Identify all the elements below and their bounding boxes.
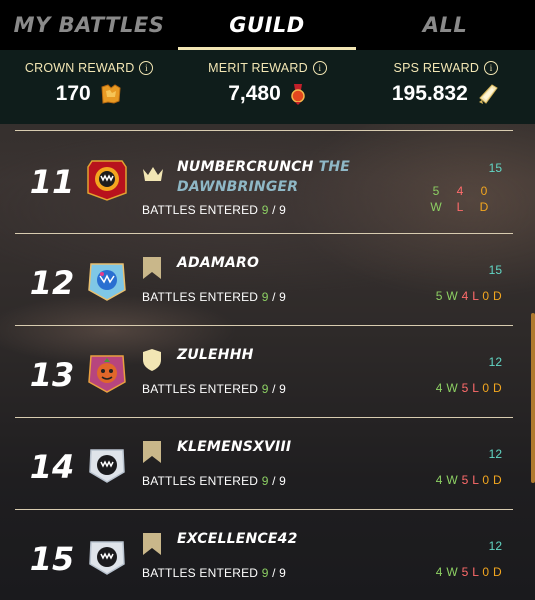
sps-reward-label: SPS REWARD [393, 61, 480, 75]
player-score: 12 [488, 539, 502, 553]
shield-icon [143, 349, 161, 371]
crown-reward-label: CROWN REWARD [24, 61, 135, 75]
crown-token-icon [101, 84, 121, 104]
player-name[interactable]: ZULEHHH [177, 345, 427, 365]
losses-label: L [456, 200, 464, 214]
player-score: 15 [488, 161, 502, 175]
info-icon[interactable]: i [139, 61, 154, 75]
tab-all[interactable]: ALL [356, 0, 534, 50]
draws-count: 0 [480, 184, 488, 198]
banner-icon [143, 533, 161, 555]
banner-icon [143, 441, 161, 463]
player-score: 15 [488, 263, 502, 277]
rewards-panel: CROWN REWARD i 170 MERIT REWARD i 7,480 [0, 50, 535, 124]
tab-bar: MY BATTLES GUILD ALL [0, 0, 535, 50]
battles-entered: BATTLES ENTERED 9 / 9 [142, 203, 287, 217]
merit-medal-icon [291, 84, 305, 105]
battles-entered: BATTLES ENTERED 9 / 9 [142, 566, 287, 580]
leaderboard-row[interactable]: 15 EXCELLENCE42 BATTLES ENTERED 9 / 9 12… [15, 509, 513, 600]
player-name[interactable]: NUMBERCRUNCH THE DAWNBRINGER [177, 157, 427, 197]
merit-reward-label: MERIT REWARD [208, 61, 308, 75]
draws-label: D [479, 200, 489, 214]
sps-reward-value: 195.832 [391, 82, 468, 105]
leaderboard-row[interactable]: 12 ADAMARO BATTLES ENTERED 9 / 9 15 5 W … [15, 233, 513, 325]
crown-icon [143, 167, 163, 181]
scrollbar[interactable] [531, 313, 535, 483]
leaderboard-row[interactable]: 13 ZULEHHH BATTLES ENTERED 9 / 9 12 4 W … [15, 325, 513, 417]
merit-reward: MERIT REWARD i 7,480 [178, 50, 356, 124]
win-loss-draw: 4 W 5 L 0 D [435, 565, 502, 579]
battles-entered: BATTLES ENTERED 9 / 9 [142, 382, 287, 396]
win-loss-draw: 4 W 5 L 0 D [435, 473, 502, 487]
win-loss-draw: 4 W 5 L 0 D [435, 381, 502, 395]
guild-avatar-icon [89, 541, 125, 575]
crown-reward-value: 170 [55, 82, 91, 105]
wins-count: 5 [432, 184, 440, 198]
info-icon[interactable]: i [484, 61, 499, 75]
sps-token-icon [478, 84, 498, 104]
player-name[interactable]: EXCELLENCE42 [177, 529, 427, 549]
merit-reward-value: 7,480 [228, 82, 281, 105]
battles-entered: BATTLES ENTERED 9 / 9 [142, 474, 287, 488]
guild-leaderboard: 11 NUMBERCRUNCH THE DAWNBRINGER BATTLES … [0, 124, 535, 600]
banner-icon [143, 257, 161, 279]
player-name[interactable]: ADAMARO [177, 253, 427, 273]
wins-label: W [430, 200, 442, 214]
win-loss-draw: 5 W 4 L 0 D [435, 289, 502, 303]
tab-guild[interactable]: GUILD [178, 0, 356, 50]
guild-avatar-icon [88, 355, 126, 393]
rank-number: 12 [29, 264, 75, 302]
crown-reward: CROWN REWARD i 170 [0, 50, 178, 124]
tab-my-battles[interactable]: MY BATTLES [0, 0, 178, 50]
guild-avatar-icon [87, 160, 127, 201]
guild-avatar-icon [88, 263, 126, 301]
guild-avatar-icon [89, 449, 125, 483]
losses-count: 4 [456, 184, 464, 198]
player-name[interactable]: KLEMENSXVIII [177, 437, 427, 457]
rank-number: 14 [29, 448, 75, 486]
battles-entered: BATTLES ENTERED 9 / 9 [142, 290, 287, 304]
leaderboard-row[interactable]: 11 NUMBERCRUNCH THE DAWNBRINGER BATTLES … [15, 130, 513, 234]
leaderboard-row[interactable]: 14 KLEMENSXVIII BATTLES ENTERED 9 / 9 12… [15, 417, 513, 509]
player-score: 12 [488, 447, 502, 461]
rank-number: 11 [29, 163, 75, 201]
sps-reward: SPS REWARD i 195.832 [357, 50, 535, 124]
info-icon[interactable]: i [312, 61, 327, 75]
rank-number: 15 [29, 540, 75, 578]
win-loss-draw: 5 4 0 W L D [428, 184, 492, 216]
player-score: 12 [488, 355, 502, 369]
rank-number: 13 [29, 356, 75, 394]
